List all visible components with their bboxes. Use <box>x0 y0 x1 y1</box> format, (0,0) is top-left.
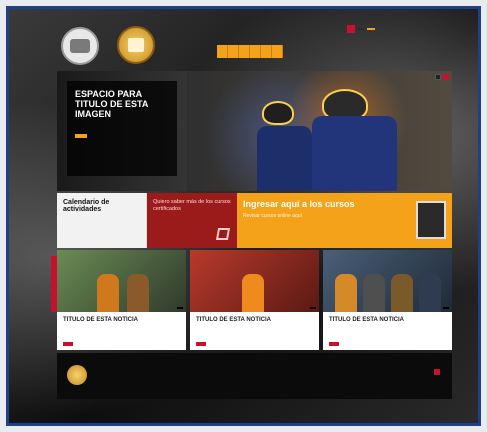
website: ESPACIO PARA TITULO DE ESTA IMAGEN Calen… <box>51 21 452 411</box>
promo-row: Calendario de actividades Quiero saber m… <box>57 193 452 248</box>
footer-right[interactable] <box>431 369 440 375</box>
nav-item-4[interactable] <box>250 45 261 58</box>
hero: ESPACIO PARA TITULO DE ESTA IMAGEN <box>57 71 452 191</box>
topbar <box>57 21 452 69</box>
news-card[interactable]: TITULO DE ESTA NOTICIA <box>57 250 186 350</box>
footer-logo <box>67 365 87 385</box>
nav-item-2[interactable] <box>228 45 239 58</box>
news-cards: TITULO DE ESTA NOTICIA TITULO DE ESTA NO… <box>57 250 452 350</box>
news-title: TITULO DE ESTA NOTICIA <box>196 317 271 323</box>
promo-title: Calendario de actividades <box>63 199 110 213</box>
news-title: TITULO DE ESTA NOTICIA <box>329 317 404 323</box>
person <box>97 274 119 312</box>
shield-icon <box>61 27 99 65</box>
nav-item-3[interactable] <box>239 45 250 58</box>
utility-cta[interactable] <box>367 28 375 30</box>
news-card[interactable]: TITULO DE ESTA NOTICIA <box>323 250 452 350</box>
flag-icon <box>347 25 355 33</box>
person <box>391 274 413 312</box>
news-label <box>310 307 316 309</box>
hero-button[interactable] <box>75 134 87 138</box>
nav-item-1[interactable] <box>217 45 228 58</box>
firefighter-1 <box>257 126 312 191</box>
edit-icon <box>215 228 231 240</box>
hero-text-box: ESPACIO PARA TITULO DE ESTA IMAGEN <box>67 81 177 176</box>
footer <box>57 353 452 399</box>
news-button[interactable] <box>63 342 73 346</box>
screen-icon <box>416 201 446 239</box>
news-label <box>443 307 449 309</box>
browser-frame: ESPACIO PARA TITULO DE ESTA IMAGEN Calen… <box>6 6 481 426</box>
person <box>363 274 385 312</box>
slider-nav <box>435 74 449 80</box>
slider-next[interactable] <box>443 74 449 80</box>
seal-icon <box>117 26 157 66</box>
news-image <box>190 250 319 312</box>
firefighter-2 <box>312 116 397 191</box>
news-label <box>177 307 183 309</box>
news-image <box>57 250 186 312</box>
utility-link[interactable] <box>358 28 364 30</box>
promo-calendar[interactable]: Calendario de actividades <box>57 193 147 248</box>
news-title: TITULO DE ESTA NOTICIA <box>63 317 138 323</box>
person <box>335 274 357 312</box>
helmet-1 <box>262 101 294 125</box>
flag-icon <box>434 369 440 375</box>
person <box>127 274 149 312</box>
person <box>419 274 441 312</box>
news-button[interactable] <box>196 342 206 346</box>
promo-courses[interactable]: Ingresar aquí a los cursos Revisar curso… <box>237 193 452 248</box>
person <box>242 274 264 312</box>
main-nav <box>217 45 283 58</box>
nav-item-6[interactable] <box>272 45 283 58</box>
utility-bar <box>347 24 375 34</box>
news-image <box>323 250 452 312</box>
news-button[interactable] <box>329 342 339 346</box>
hero-title: ESPACIO PARA TITULO DE ESTA IMAGEN <box>75 89 148 119</box>
slider-prev[interactable] <box>435 74 441 80</box>
news-card[interactable]: TITULO DE ESTA NOTICIA <box>190 250 319 350</box>
nav-item-5[interactable] <box>261 45 272 58</box>
promo-certified[interactable]: Quiero saber más de los cursos certifica… <box>147 193 237 248</box>
promo-title: Quiero saber más de los cursos certifica… <box>153 199 231 212</box>
